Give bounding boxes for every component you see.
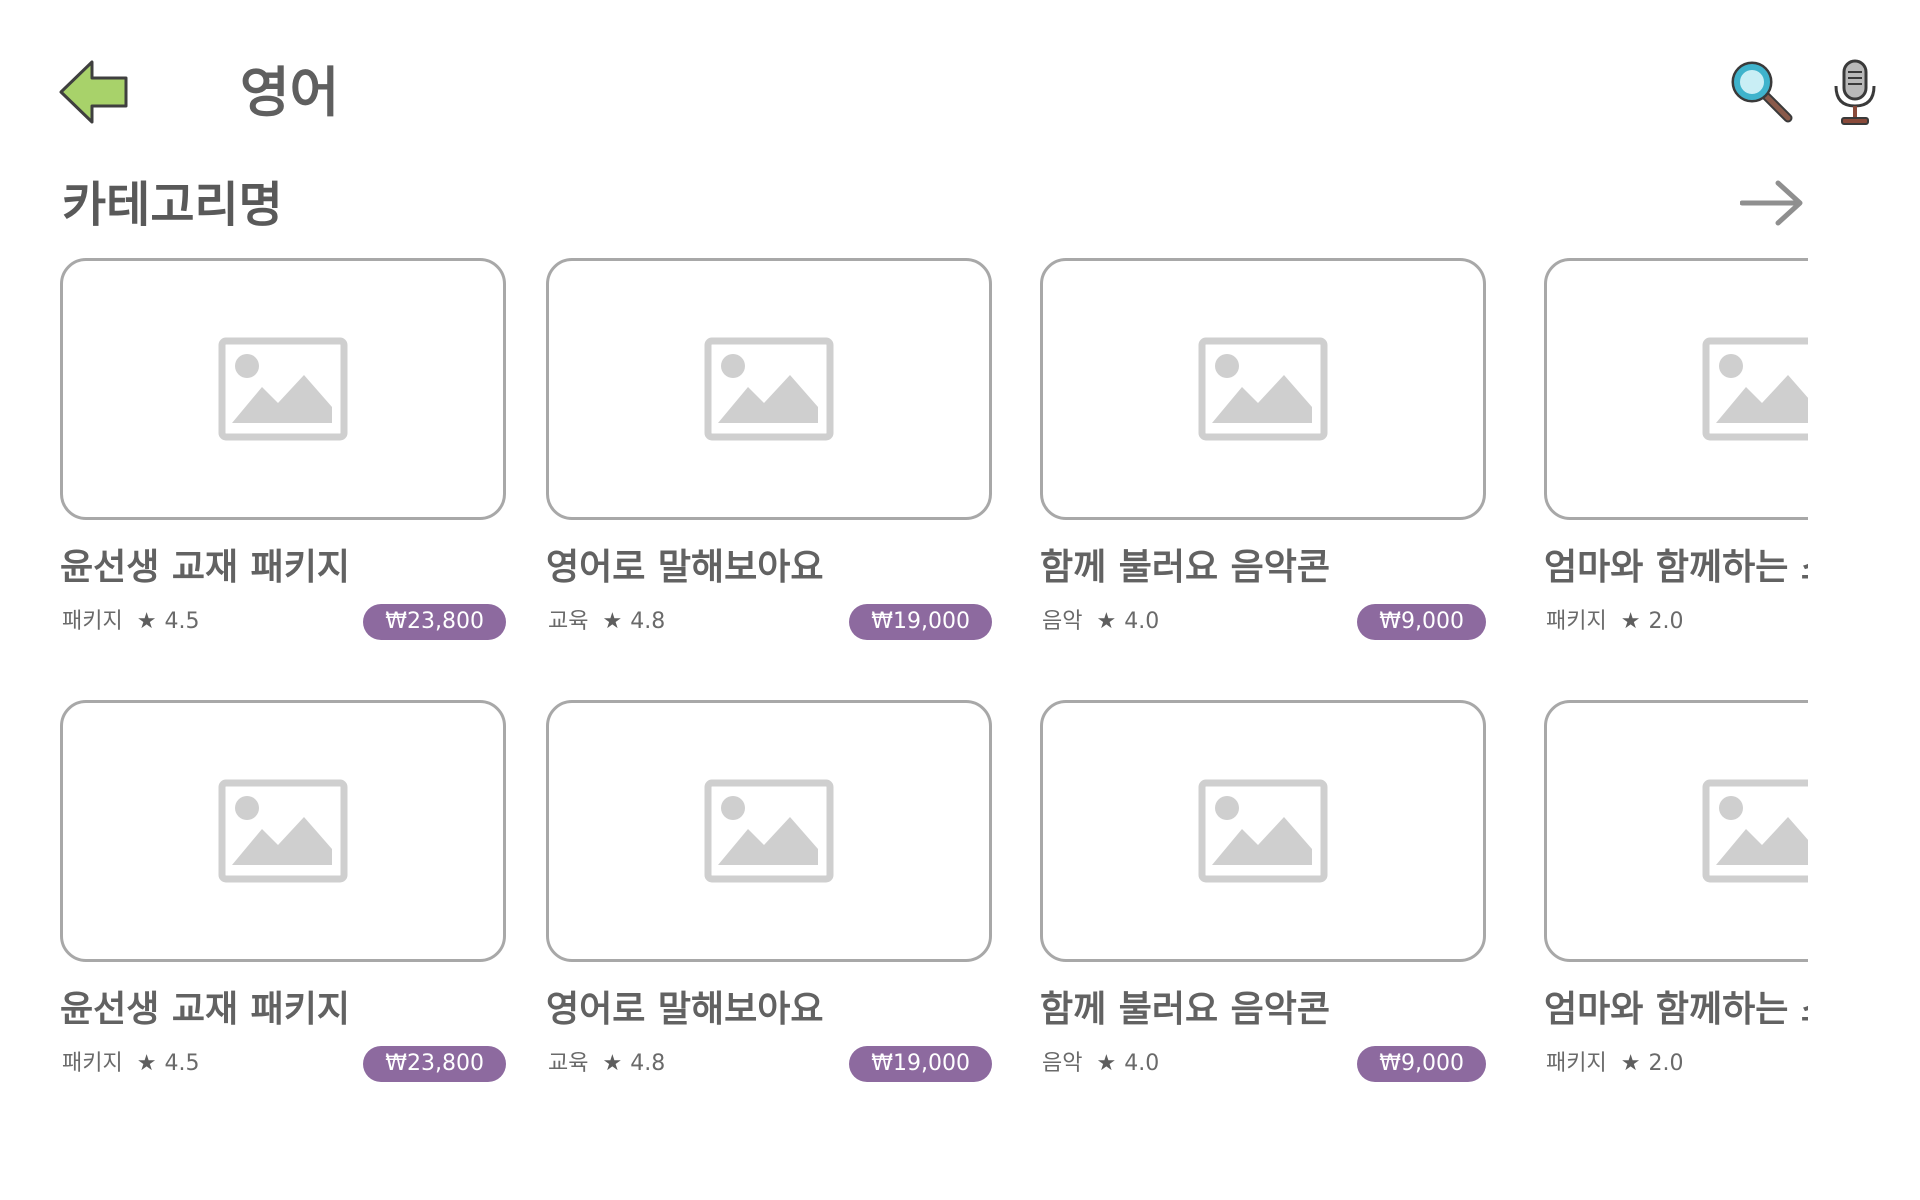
product-meta: 패키지 ★ 4.5 [62, 1050, 199, 1078]
product-card[interactable]: 엄마와 함께하는 스패키지 ★ 2.0 [1544, 700, 1808, 1082]
product-thumbnail [1544, 700, 1808, 962]
product-meta: 교육 ★ 4.8 [548, 1050, 665, 1078]
price-badge: ₩9,000 [1357, 604, 1486, 640]
product-category: 음악 [1042, 1051, 1083, 1076]
product-title: 윤선생 교재 패키지 [60, 989, 351, 1030]
product-thumbnail [546, 700, 992, 962]
product-card[interactable]: 함께 불러요 음악콘음악 ★ 4.0 ₩9,000 [1040, 258, 1490, 640]
product-meta-row: 음악 ★ 4.0 ₩9,000 [1040, 1046, 1486, 1082]
product-thumbnail [60, 700, 506, 962]
image-placeholder-icon [1198, 337, 1328, 441]
product-meta: 음악 ★ 4.0 [1042, 608, 1159, 636]
product-category: 교육 [548, 609, 589, 634]
product-category: 교육 [548, 1051, 589, 1076]
product-grid: 윤선생 교재 패키지 패키지 ★ 4.5 ₩23,800 영어로 말해보아요 교육 ★ 4.8 ₩… [0, 0, 1808, 1200]
product-category: 패키지 [1546, 1051, 1607, 1076]
product-card[interactable]: 엄마와 함께하는 스패키지 ★ 2.0 [1544, 258, 1808, 640]
product-meta-row: 음악 ★ 4.0 ₩9,000 [1040, 604, 1486, 640]
product-meta-row: 패키지 ★ 2.0 [1544, 604, 1808, 640]
product-thumbnail [546, 258, 992, 520]
image-placeholder-icon [704, 779, 834, 883]
product-card[interactable]: 윤선생 교재 패키지패키지 ★ 4.5 ₩23,800 [60, 700, 510, 1082]
star-icon: ★ [136, 609, 157, 634]
product-meta-row: 패키지 ★ 4.5 ₩23,800 [60, 1046, 506, 1082]
product-thumbnail [1544, 258, 1808, 520]
product-rating: 4.8 [630, 1051, 666, 1076]
product-category: 패키지 [1546, 609, 1607, 634]
product-rating: 4.5 [164, 609, 200, 634]
star-icon: ★ [1620, 609, 1641, 634]
product-meta-row: 패키지 ★ 4.5 ₩23,800 [60, 604, 506, 640]
product-card[interactable]: 함께 불러요 음악콘음악 ★ 4.0 ₩9,000 [1040, 700, 1490, 1082]
image-placeholder-icon [1198, 779, 1328, 883]
price-badge: ₩9,000 [1357, 1046, 1486, 1082]
star-icon: ★ [1096, 1051, 1117, 1076]
image-placeholder-icon [1702, 779, 1808, 883]
product-category: 패키지 [62, 609, 123, 634]
product-title: 영어로 말해보아요 [546, 989, 824, 1030]
product-rating: 4.0 [1124, 609, 1160, 634]
microphone-button[interactable] [1828, 58, 1882, 126]
product-card[interactable]: 영어로 말해보아요교육 ★ 4.8 ₩19,000 [546, 700, 996, 1082]
product-thumbnail [60, 258, 506, 520]
product-meta-row: 교육 ★ 4.8 ₩19,000 [546, 1046, 992, 1082]
star-icon: ★ [602, 609, 623, 634]
product-category: 패키지 [62, 1051, 123, 1076]
product-title: 윤선생 교재 패키지 [60, 547, 351, 588]
product-meta: 음악 ★ 4.0 [1042, 1050, 1159, 1078]
product-rating: 2.0 [1648, 1051, 1684, 1076]
image-placeholder-icon [218, 337, 348, 441]
price-badge: ₩19,000 [849, 1046, 992, 1082]
product-rating: 4.0 [1124, 1051, 1160, 1076]
product-meta-row: 교육 ★ 4.8 ₩19,000 [546, 604, 992, 640]
product-meta: 패키지 ★ 2.0 [1546, 608, 1683, 636]
product-thumbnail [1040, 258, 1486, 520]
star-icon: ★ [602, 1051, 623, 1076]
product-card[interactable]: 영어로 말해보아요교육 ★ 4.8 ₩19,000 [546, 258, 996, 640]
product-category: 음악 [1042, 609, 1083, 634]
star-icon: ★ [136, 1051, 157, 1076]
product-title: 함께 불러요 음악콘 [1040, 547, 1331, 588]
product-rating: 4.5 [164, 1051, 200, 1076]
star-icon: ★ [1096, 609, 1117, 634]
product-title: 엄마와 함께하는 스 [1544, 989, 1808, 1030]
product-title: 엄마와 함께하는 스 [1544, 547, 1808, 588]
product-meta: 교육 ★ 4.8 [548, 608, 665, 636]
price-badge: ₩23,800 [363, 1046, 506, 1082]
image-placeholder-icon [218, 779, 348, 883]
price-badge: ₩19,000 [849, 604, 992, 640]
product-thumbnail [1040, 700, 1486, 962]
microphone-icon [1834, 59, 1876, 125]
product-title: 영어로 말해보아요 [546, 547, 824, 588]
product-meta: 패키지 ★ 2.0 [1546, 1050, 1683, 1078]
product-title: 함께 불러요 음악콘 [1040, 989, 1331, 1030]
product-card[interactable]: 윤선생 교재 패키지패키지 ★ 4.5 ₩23,800 [60, 258, 510, 640]
product-meta: 패키지 ★ 4.5 [62, 608, 199, 636]
image-placeholder-icon [1702, 337, 1808, 441]
product-meta-row: 패키지 ★ 2.0 [1544, 1046, 1808, 1082]
image-placeholder-icon [704, 337, 834, 441]
product-rating: 4.8 [630, 609, 666, 634]
price-badge: ₩23,800 [363, 604, 506, 640]
star-icon: ★ [1620, 1051, 1641, 1076]
product-rating: 2.0 [1648, 609, 1684, 634]
